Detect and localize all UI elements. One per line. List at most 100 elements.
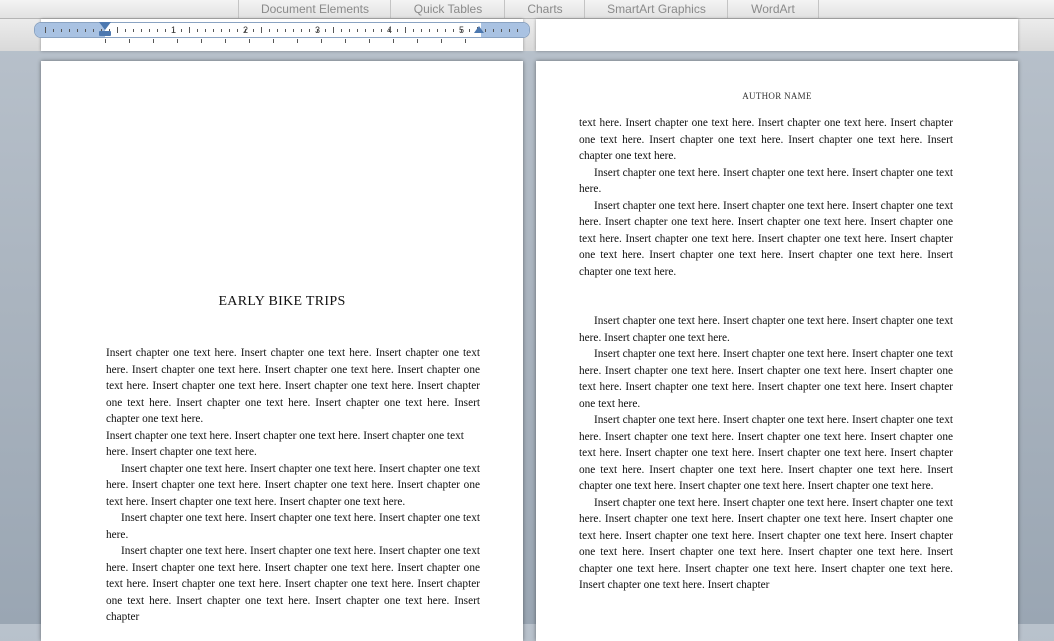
chapter-title: EARLY BIKE TRIPS bbox=[218, 294, 346, 309]
ruler-tick bbox=[253, 29, 254, 32]
first-line-indent-marker[interactable] bbox=[99, 22, 111, 30]
tab-document-elements[interactable]: Document Elements bbox=[238, 0, 391, 18]
ruler-tick bbox=[373, 29, 374, 32]
ruler-lower-tick bbox=[465, 39, 466, 43]
ruler-lower-tick bbox=[345, 39, 346, 43]
ruler-tick bbox=[429, 29, 430, 32]
paragraph: Insert chapter one text here. Insert cha… bbox=[579, 166, 953, 196]
paragraph: Insert chapter one text here. Insert cha… bbox=[579, 199, 953, 278]
ruler-number-5: 5 bbox=[459, 25, 465, 35]
tab-charts[interactable]: Charts bbox=[504, 0, 585, 18]
ruler-lower-tick bbox=[249, 39, 250, 43]
ruler-tick bbox=[261, 27, 262, 33]
ruler-lower-tick bbox=[177, 39, 178, 43]
ruler-tick bbox=[421, 29, 422, 32]
ruler-number-1: 1 bbox=[171, 25, 177, 35]
ruler-lower-ticks bbox=[105, 38, 475, 44]
ruler-lower-tick bbox=[153, 39, 154, 43]
ruler-number-4: 4 bbox=[387, 25, 393, 35]
ruler-tick bbox=[269, 29, 270, 32]
ruler-tick bbox=[69, 29, 70, 32]
ruler-tick bbox=[197, 29, 198, 32]
ruler-tick bbox=[397, 29, 398, 32]
ruler-tick bbox=[493, 29, 494, 32]
ruler-tick bbox=[413, 29, 414, 32]
tab-quick-tables[interactable]: Quick Tables bbox=[390, 0, 505, 18]
ruler-lower-tick bbox=[105, 39, 106, 43]
right-indent-marker[interactable] bbox=[474, 26, 484, 33]
ruler-lower-tick bbox=[417, 39, 418, 43]
paragraph: Insert chapter one text here. Insert cha… bbox=[106, 462, 480, 508]
ruler-tick bbox=[237, 29, 238, 32]
ruler-tick bbox=[485, 29, 486, 32]
paragraph: Insert chapter one text here. Insert cha… bbox=[579, 348, 953, 410]
ruler-tick bbox=[501, 29, 502, 32]
ruler-tick bbox=[301, 29, 302, 32]
document-page-right[interactable]: AUTHOR NAME text here. Insert chapter on… bbox=[536, 61, 1018, 641]
tab-smartart-graphics[interactable]: SmartArt Graphics bbox=[584, 0, 728, 18]
document-page-left[interactable]: EARLY BIKE TRIPS Insert chapter one text… bbox=[41, 61, 523, 641]
ruler-tick bbox=[333, 27, 334, 33]
paragraph: Insert chapter one text here. Insert cha… bbox=[106, 512, 480, 541]
ruler-tick bbox=[125, 29, 126, 32]
ruler-tick bbox=[189, 27, 190, 33]
ruler-tick bbox=[117, 27, 118, 33]
ruler-right-margin bbox=[481, 23, 529, 37]
ruler-number-3: 3 bbox=[315, 25, 321, 35]
left-indent-marker[interactable] bbox=[99, 31, 111, 36]
ruler-lower-tick bbox=[225, 39, 226, 43]
ruler-lower-tick bbox=[321, 39, 322, 43]
ruler-tick bbox=[141, 29, 142, 32]
ruler-tick bbox=[509, 29, 510, 32]
ruler-number-2: 2 bbox=[243, 25, 249, 35]
ruler-tick bbox=[517, 29, 518, 32]
ruler-tick bbox=[341, 29, 342, 32]
ruler-tick bbox=[77, 29, 78, 32]
ruler-tick bbox=[53, 29, 54, 32]
ruler-tick bbox=[293, 29, 294, 32]
ruler-lower-tick bbox=[129, 39, 130, 43]
paragraph: Insert chapter one text here. Insert cha… bbox=[106, 545, 480, 623]
ruler-tick bbox=[229, 29, 230, 32]
ruler-tick bbox=[205, 29, 206, 32]
paragraph: Insert chapter one text here. Insert cha… bbox=[106, 347, 480, 425]
ruler-tick bbox=[405, 27, 406, 33]
ruler-tick bbox=[365, 29, 366, 32]
left-page-body[interactable]: Insert chapter one text here. Insert cha… bbox=[106, 345, 480, 626]
ruler-tick bbox=[221, 29, 222, 32]
ruler-lower-tick bbox=[201, 39, 202, 43]
ruler-tick bbox=[357, 29, 358, 32]
ruler-tick bbox=[277, 29, 278, 32]
ruler-tick bbox=[45, 27, 46, 33]
ruler-tick bbox=[213, 29, 214, 32]
tab-wordart[interactable]: WordArt bbox=[727, 0, 819, 18]
ruler-lower-tick bbox=[297, 39, 298, 43]
ruler-tick bbox=[157, 29, 158, 32]
ruler-tick bbox=[349, 29, 350, 32]
paragraph: text here. Insert chapter one text here.… bbox=[579, 117, 953, 162]
ruler-tick bbox=[437, 29, 438, 32]
ruler-tick bbox=[381, 29, 382, 32]
ruler-tick bbox=[149, 29, 150, 32]
paragraph: Insert chapter one text here. Insert cha… bbox=[579, 496, 953, 592]
paragraph: Insert chapter one text here. Insert cha… bbox=[579, 414, 953, 492]
ruler-tick bbox=[453, 29, 454, 32]
page-header-author: AUTHOR NAME bbox=[742, 91, 812, 101]
ruler-tick bbox=[285, 29, 286, 32]
ruler-tick bbox=[469, 29, 470, 32]
ruler-tick bbox=[325, 29, 326, 32]
ruler-lower-tick bbox=[273, 39, 274, 43]
ruler-tick bbox=[309, 29, 310, 32]
ruler-tick bbox=[93, 29, 94, 32]
ruler-tick bbox=[165, 29, 166, 32]
ruler-lower-tick bbox=[393, 39, 394, 43]
ruler-tick bbox=[181, 29, 182, 32]
ruler-tick bbox=[133, 29, 134, 32]
ruler-lower-tick bbox=[441, 39, 442, 43]
right-page-body[interactable]: text here. Insert chapter one text here.… bbox=[579, 115, 953, 594]
ruler-lower-tick bbox=[369, 39, 370, 43]
paragraph: Insert chapter one text here. Insert cha… bbox=[579, 315, 953, 344]
paragraph: Insert chapter one text here. Insert cha… bbox=[106, 429, 464, 459]
ribbon-tab-bar: Document Elements Quick Tables Charts Sm… bbox=[0, 0, 1054, 19]
ruler-tick bbox=[61, 29, 62, 32]
